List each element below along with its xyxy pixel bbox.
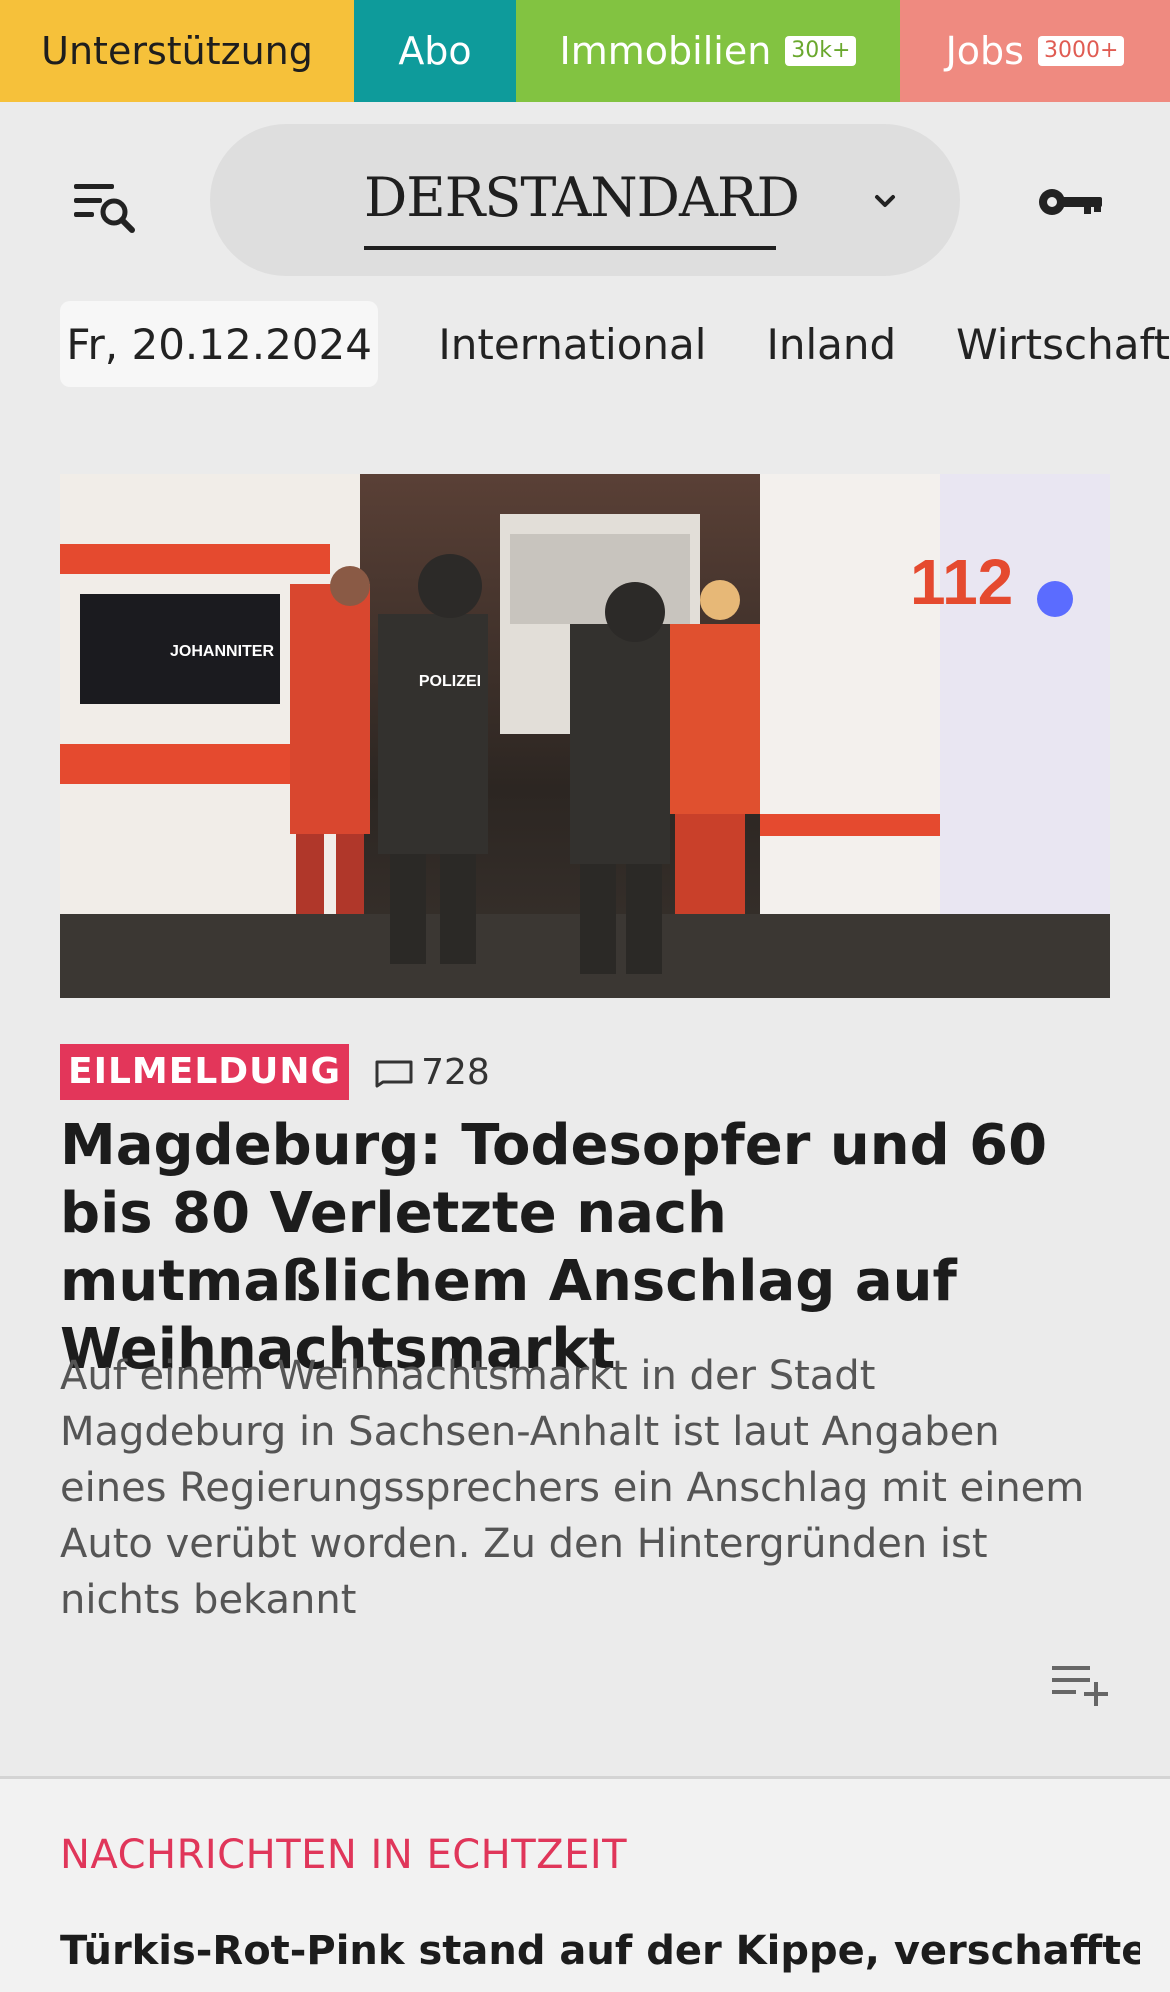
- ambulance-text: JOHANNITER: [170, 643, 274, 660]
- nav-link-inland[interactable]: Inland: [766, 320, 896, 369]
- logo-underline: [364, 246, 776, 250]
- police-text: POLIZEI: [419, 673, 481, 690]
- article-meta: EILMELDUNG 728: [60, 1044, 490, 1100]
- comment-count[interactable]: 728: [373, 1052, 490, 1093]
- site-header: DerStandard: [0, 102, 1170, 298]
- section-nav: Fr, 20.12.2024 International Inland Wirt…: [0, 300, 1170, 388]
- support-tab[interactable]: Unterstützung: [0, 0, 354, 102]
- immobilien-count-badge: 30k+: [785, 36, 857, 66]
- breaking-news-badge: EILMELDUNG: [60, 1044, 350, 1100]
- menu-search-icon[interactable]: [68, 176, 140, 238]
- next-article-headline[interactable]: Türkis-Rot-Pink stand auf der Kippe, ver…: [60, 1928, 1140, 1974]
- key-icon[interactable]: [1036, 182, 1106, 222]
- nav-link-international[interactable]: International: [438, 320, 706, 369]
- comment-count-value: 728: [421, 1051, 490, 1093]
- article-teaser[interactable]: Auf einem Weihnachtsmarkt in der Stadt M…: [60, 1348, 1110, 1628]
- site-logo: DerStandard: [364, 166, 800, 229]
- jobs-count-badge: 3000+: [1037, 36, 1125, 66]
- emergency-number-text: 112: [910, 546, 1013, 618]
- article-headline[interactable]: Magdeburg: Todesopfer und 60 bis 80 Verl…: [60, 1112, 1120, 1384]
- abo-tab[interactable]: Abo: [354, 0, 516, 102]
- jobs-tab[interactable]: Jobs 3000+: [900, 0, 1170, 102]
- add-to-list-icon[interactable]: [1050, 1660, 1112, 1708]
- hero-image[interactable]: JOHANNITER 112 POLIZEI: [60, 474, 1110, 998]
- top-promo-bar: Unterstützung Abo Immobilien 30k+ Jobs 300…: [0, 0, 1170, 102]
- chevron-down-icon: [870, 186, 900, 216]
- immobilien-tab[interactable]: Immobilien 30k+: [516, 0, 900, 102]
- logo-dropdown[interactable]: DerStandard: [210, 124, 960, 276]
- section-title[interactable]: NACHRICHTEN IN ECHTZEIT: [60, 1832, 627, 1878]
- comment-icon: [373, 1056, 415, 1088]
- date-chip[interactable]: Fr, 20.12.2024: [60, 301, 379, 387]
- nav-link-wirtschaft[interactable]: Wirtschaft: [956, 320, 1170, 369]
